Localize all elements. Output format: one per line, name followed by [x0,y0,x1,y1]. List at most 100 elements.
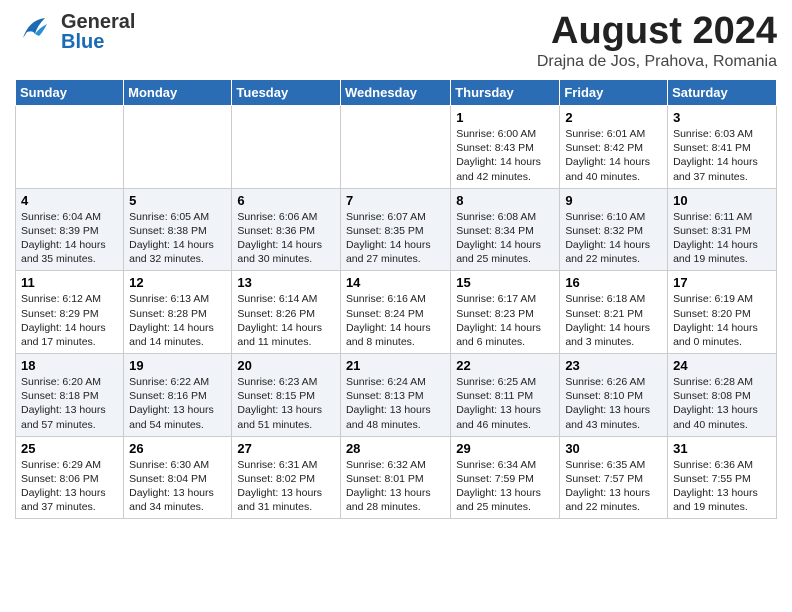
day-detail: Sunrise: 6:07 AM Sunset: 8:35 PM Dayligh… [346,210,445,267]
calendar-cell: 6 Sunrise: 6:06 AM Sunset: 8:36 PM Daylig… [232,188,341,271]
calendar-cell: 3Sunrise: 6:03 AM Sunset: 8:41 PM Daylig… [668,106,777,189]
calendar-cell: 12 Sunrise: 6:13 AM Sunset: 8:28 PM Dayli… [124,271,232,354]
title-area: August 2024 Drajna de Jos, Prahova, Roma… [537,10,777,71]
day-number: 14 [346,275,445,290]
day-number: 11 [21,275,118,290]
day-detail: Sunrise: 6:14 AM Sunset: 8:26 PM Dayligh… [237,292,335,349]
calendar-cell: 14 Sunrise: 6:16 AM Sunset: 8:24 PM Dayli… [340,271,450,354]
day-number: 1 [456,110,554,125]
calendar-week-row: 25 Sunrise: 6:29 AM Sunset: 8:06 PM Dayli… [16,436,777,519]
calendar-cell: 25 Sunrise: 6:29 AM Sunset: 8:06 PM Dayli… [16,436,124,519]
calendar-cell: 7 Sunrise: 6:07 AM Sunset: 8:35 PM Daylig… [340,188,450,271]
calendar-cell: 24Sunrise: 6:28 AM Sunset: 8:08 PM Dayli… [668,354,777,437]
day-number: 30 [565,441,662,456]
calendar-cell: 4 Sunrise: 6:04 AM Sunset: 8:39 PM Daylig… [16,188,124,271]
month-year-title: August 2024 [537,10,777,53]
day-number: 7 [346,193,445,208]
calendar-cell: 30 Sunrise: 6:35 AM Sunset: 7:57 PM Dayli… [560,436,668,519]
weekday-header-thursday: Thursday [451,80,560,106]
day-number: 8 [456,193,554,208]
page-header: General Blue August 2024 Drajna de Jos, … [15,10,777,71]
weekday-header-monday: Monday [124,80,232,106]
logo-blue-text: Blue [61,31,104,53]
day-detail: Sunrise: 6:26 AM Sunset: 8:10 PM Dayligh… [565,375,662,432]
day-number: 9 [565,193,662,208]
day-detail: Sunrise: 6:10 AM Sunset: 8:32 PM Dayligh… [565,210,662,267]
logo-bird-icon [15,10,53,53]
day-number: 4 [21,193,118,208]
day-number: 21 [346,358,445,373]
day-detail: Sunrise: 6:13 AM Sunset: 8:28 PM Dayligh… [129,292,226,349]
day-number: 19 [129,358,226,373]
calendar-cell: 9 Sunrise: 6:10 AM Sunset: 8:32 PM Daylig… [560,188,668,271]
day-detail: Sunrise: 6:29 AM Sunset: 8:06 PM Dayligh… [21,458,118,515]
day-number: 17 [673,275,771,290]
day-number: 20 [237,358,335,373]
day-number: 2 [565,110,662,125]
calendar-cell: 1 Sunrise: 6:00 AM Sunset: 8:43 PM Daylig… [451,106,560,189]
day-detail: Sunrise: 6:36 AM Sunset: 7:55 PM Dayligh… [673,458,771,515]
calendar-cell: 15Sunrise: 6:17 AM Sunset: 8:23 PM Dayli… [451,271,560,354]
day-detail: Sunrise: 6:08 AM Sunset: 8:34 PM Dayligh… [456,210,554,267]
day-detail: Sunrise: 6:04 AM Sunset: 8:39 PM Dayligh… [21,210,118,267]
day-detail: Sunrise: 6:35 AM Sunset: 7:57 PM Dayligh… [565,458,662,515]
weekday-header-tuesday: Tuesday [232,80,341,106]
day-number: 6 [237,193,335,208]
calendar-cell: 27Sunrise: 6:31 AM Sunset: 8:02 PM Dayli… [232,436,341,519]
calendar-cell: 28Sunrise: 6:32 AM Sunset: 8:01 PM Dayli… [340,436,450,519]
day-number: 29 [456,441,554,456]
day-detail: Sunrise: 6:00 AM Sunset: 8:43 PM Dayligh… [456,127,554,184]
weekday-header-row: SundayMondayTuesdayWednesdayThursdayFrid… [16,80,777,106]
weekday-header-friday: Friday [560,80,668,106]
day-number: 3 [673,110,771,125]
calendar-cell: 19 Sunrise: 6:22 AM Sunset: 8:16 PM Dayli… [124,354,232,437]
calendar-cell: 17Sunrise: 6:19 AM Sunset: 8:20 PM Dayli… [668,271,777,354]
day-number: 24 [673,358,771,373]
day-number: 12 [129,275,226,290]
day-number: 18 [21,358,118,373]
day-number: 13 [237,275,335,290]
day-detail: Sunrise: 6:16 AM Sunset: 8:24 PM Dayligh… [346,292,445,349]
day-detail: Sunrise: 6:01 AM Sunset: 8:42 PM Dayligh… [565,127,662,184]
day-detail: Sunrise: 6:05 AM Sunset: 8:38 PM Dayligh… [129,210,226,267]
day-detail: Sunrise: 6:34 AM Sunset: 7:59 PM Dayligh… [456,458,554,515]
day-detail: Sunrise: 6:20 AM Sunset: 8:18 PM Dayligh… [21,375,118,432]
calendar-table: SundayMondayTuesdayWednesdayThursdayFrid… [15,79,777,519]
day-detail: Sunrise: 6:17 AM Sunset: 8:23 PM Dayligh… [456,292,554,349]
day-detail: Sunrise: 6:18 AM Sunset: 8:21 PM Dayligh… [565,292,662,349]
day-number: 31 [673,441,771,456]
day-number: 16 [565,275,662,290]
day-number: 27 [237,441,335,456]
calendar-cell [16,106,124,189]
calendar-cell: 8 Sunrise: 6:08 AM Sunset: 8:34 PM Daylig… [451,188,560,271]
day-detail: Sunrise: 6:30 AM Sunset: 8:04 PM Dayligh… [129,458,226,515]
day-number: 22 [456,358,554,373]
calendar-week-row: 1 Sunrise: 6:00 AM Sunset: 8:43 PM Daylig… [16,106,777,189]
logo: General Blue [15,10,135,53]
logo-general-text: General [61,11,135,33]
calendar-cell: 13 Sunrise: 6:14 AM Sunset: 8:26 PM Dayli… [232,271,341,354]
day-detail: Sunrise: 6:23 AM Sunset: 8:15 PM Dayligh… [237,375,335,432]
day-detail: Sunrise: 6:06 AM Sunset: 8:36 PM Dayligh… [237,210,335,267]
day-number: 10 [673,193,771,208]
calendar-cell: 31 Sunrise: 6:36 AM Sunset: 7:55 PM Dayli… [668,436,777,519]
day-number: 5 [129,193,226,208]
day-number: 23 [565,358,662,373]
calendar-cell: 11Sunrise: 6:12 AM Sunset: 8:29 PM Dayli… [16,271,124,354]
calendar-cell [232,106,341,189]
day-detail: Sunrise: 6:22 AM Sunset: 8:16 PM Dayligh… [129,375,226,432]
calendar-cell: 18 Sunrise: 6:20 AM Sunset: 8:18 PM Dayli… [16,354,124,437]
calendar-week-row: 11Sunrise: 6:12 AM Sunset: 8:29 PM Dayli… [16,271,777,354]
day-number: 25 [21,441,118,456]
calendar-cell: 22Sunrise: 6:25 AM Sunset: 8:11 PM Dayli… [451,354,560,437]
calendar-cell: 20 Sunrise: 6:23 AM Sunset: 8:15 PM Dayli… [232,354,341,437]
weekday-header-wednesday: Wednesday [340,80,450,106]
weekday-header-sunday: Sunday [16,80,124,106]
day-number: 28 [346,441,445,456]
weekday-header-saturday: Saturday [668,80,777,106]
calendar-body: 1 Sunrise: 6:00 AM Sunset: 8:43 PM Daylig… [16,106,777,519]
day-detail: Sunrise: 6:11 AM Sunset: 8:31 PM Dayligh… [673,210,771,267]
calendar-cell: 26Sunrise: 6:30 AM Sunset: 8:04 PM Dayli… [124,436,232,519]
calendar-cell: 21Sunrise: 6:24 AM Sunset: 8:13 PM Dayli… [340,354,450,437]
calendar-cell: 16 Sunrise: 6:18 AM Sunset: 8:21 PM Dayli… [560,271,668,354]
